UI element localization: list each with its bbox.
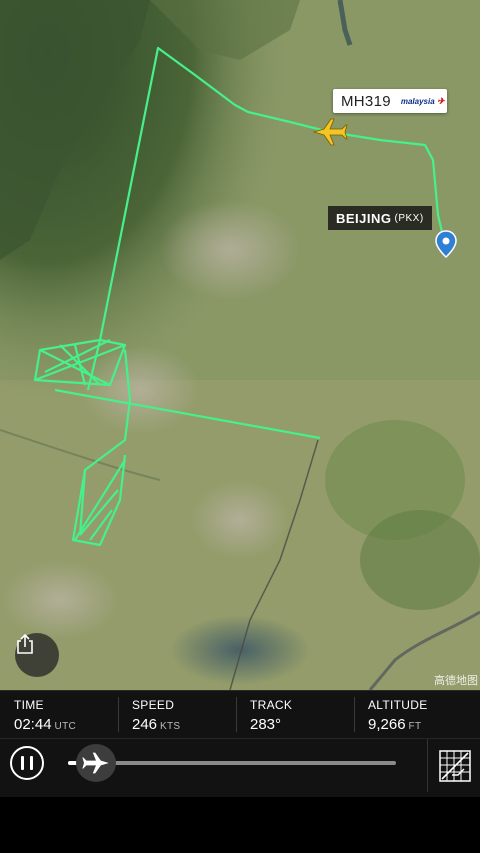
pause-icon-bar — [30, 756, 33, 770]
playback-slider-thumb[interactable] — [75, 744, 116, 782]
stat-altitude-label: ALTITUDE — [368, 698, 428, 712]
stat-speed-unit: KTS — [160, 721, 181, 732]
stat-speed: SPEED 246 KTS — [118, 691, 236, 738]
stat-track-value: 283° — [250, 716, 282, 733]
map-watermark: 高德地图 — [434, 675, 478, 687]
airline-logo: malaysia ✈ — [400, 95, 445, 106]
stat-speed-label: SPEED — [132, 698, 175, 712]
stat-time-unit: UTC — [54, 721, 76, 732]
share-icon — [17, 633, 33, 654]
stats-row: TIME 02:44 UTC SPEED 246 KTS TRACK 283° AL… — [0, 691, 480, 738]
airport-label[interactable]: BEIJING (PKX) — [328, 206, 432, 230]
playback-slider[interactable] — [68, 761, 396, 765]
airport-name: BEIJING — [336, 210, 392, 226]
stat-time-value: 02:44 — [14, 716, 52, 733]
stat-track: TRACK 283° — [236, 691, 354, 738]
flight-info-panel: TIME 02:44 UTC SPEED 246 KTS TRACK 283° AL… — [0, 690, 480, 798]
airport-code: (PKX) — [394, 212, 424, 224]
stat-time: TIME 02:44 UTC — [0, 691, 118, 738]
stat-altitude: ALTITUDE 9,266 FT — [354, 691, 472, 738]
track-segment-south-hatch — [74, 459, 126, 541]
stat-altitude-value: 9,266 — [368, 716, 406, 733]
stat-speed-value: 246 — [132, 716, 158, 733]
airplane-icon — [82, 752, 109, 774]
pause-button[interactable] — [10, 746, 44, 780]
stat-time-label: TIME — [14, 698, 44, 712]
flight-label[interactable]: MH319 malaysia ✈ — [333, 89, 447, 113]
map-view-icon — [438, 749, 471, 782]
map-view[interactable]: MH319 malaysia ✈ BEIJING (PKX) 高德地图 — [0, 0, 480, 690]
stat-altitude-unit: FT — [408, 721, 422, 732]
share-button[interactable] — [15, 633, 59, 677]
airplane-icon[interactable] — [312, 117, 348, 147]
bottom-bar — [0, 797, 480, 853]
playback-controls — [0, 738, 480, 799]
pause-icon — [21, 756, 24, 770]
location-pin-icon[interactable] — [435, 230, 457, 258]
airline-logo-icon: ✈ — [434, 95, 445, 106]
track-segment-cross — [54, 339, 321, 440]
stat-track-label: TRACK — [250, 698, 293, 712]
flight-number: MH319 — [341, 92, 391, 110]
map-view-button[interactable] — [427, 739, 480, 792]
